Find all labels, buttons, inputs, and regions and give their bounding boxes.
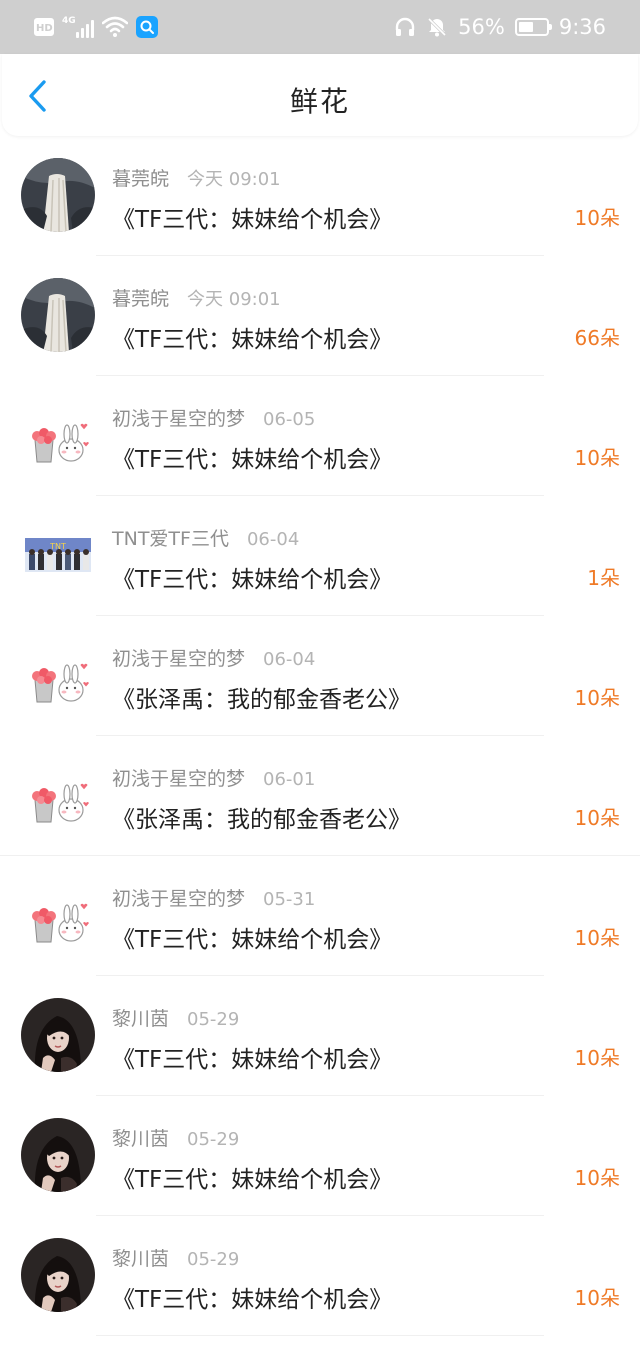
flower-list: 暮莞皖 今天 09:01 《TF三代：妹妹给个机会》 10朵 暮莞皖 今天 09:0… xyxy=(0,136,640,1336)
username: 初浅于星空的梦 06-01 xyxy=(112,764,315,791)
novel-title: 《TF三代：妹妹给个机会》 xyxy=(112,447,393,473)
avatar-girl-portrait[interactable] xyxy=(21,1118,95,1192)
wifi-icon xyxy=(101,16,129,38)
username-text: 黎川茵 xyxy=(112,1128,170,1150)
flower-amount: 10朵 xyxy=(574,1046,620,1070)
username: 暮莞皖 今天 09:01 xyxy=(112,284,281,311)
novel-title: 《TF三代：妹妹给个机会》 xyxy=(112,207,393,233)
avatar-flower-bunny[interactable] xyxy=(21,878,95,952)
timestamp: 06-01 xyxy=(263,769,316,790)
timestamp: 06-04 xyxy=(263,649,316,670)
novel-title: 《TF三代：妹妹给个机会》 xyxy=(112,327,393,353)
username-text: 暮莞皖 xyxy=(112,288,170,310)
signal-icon: 4G xyxy=(62,16,94,38)
avatar-flower-bunny[interactable] xyxy=(21,638,95,712)
list-item[interactable]: 黎川茵 05-29 《TF三代：妹妹给个机会》 10朵 xyxy=(0,1096,640,1216)
list-item[interactable]: 黎川茵 05-29 《TF三代：妹妹给个机会》 10朵 xyxy=(0,1216,640,1336)
headphones-icon xyxy=(395,17,415,36)
username: 黎川茵 05-29 xyxy=(112,1004,239,1031)
list-item[interactable]: 暮莞皖 今天 09:01 《TF三代：妹妹给个机会》 66朵 xyxy=(0,256,640,376)
timestamp: 今天 09:01 xyxy=(187,289,281,310)
username: 初浅于星空的梦 06-05 xyxy=(112,404,315,431)
flower-amount: 1朵 xyxy=(587,566,620,590)
username-text: 黎川茵 xyxy=(112,1008,170,1030)
username-text: 初浅于星空的梦 xyxy=(112,648,246,670)
avatar-girl-portrait[interactable] xyxy=(21,1238,95,1312)
timestamp: 05-29 xyxy=(187,1249,240,1270)
avatar-girl-portrait[interactable] xyxy=(21,998,95,1072)
username: 初浅于星空的梦 05-31 xyxy=(112,884,315,911)
novel-title: 《张泽禹：我的郁金香老公》 xyxy=(112,807,411,833)
timestamp: 05-29 xyxy=(187,1009,240,1030)
avatar-flower-bunny[interactable] xyxy=(21,398,95,472)
flower-amount: 10朵 xyxy=(574,926,620,950)
mute-bell-icon xyxy=(428,17,447,37)
avatar-flower-bunny[interactable] xyxy=(21,758,95,832)
status-bar: HD 4G 56% 9:36 xyxy=(0,0,640,54)
battery-icon xyxy=(514,18,552,36)
list-item[interactable]: 黎川茵 05-29 《TF三代：妹妹给个机会》 10朵 xyxy=(0,976,640,1096)
clock: 9:36 xyxy=(558,15,606,39)
hd-icon: HD xyxy=(34,18,54,36)
novel-title: 《TF三代：妹妹给个机会》 xyxy=(112,567,393,593)
flower-amount: 10朵 xyxy=(574,446,620,470)
username: 黎川茵 05-29 xyxy=(112,1244,239,1271)
username-text: 初浅于星空的梦 xyxy=(112,768,246,790)
list-item[interactable]: 初浅于星空的梦 06-04 《张泽禹：我的郁金香老公》 10朵 xyxy=(0,616,640,736)
username-text: 初浅于星空的梦 xyxy=(112,888,246,910)
novel-title: 《TF三代：妹妹给个机会》 xyxy=(112,1287,393,1313)
flower-amount: 10朵 xyxy=(574,806,620,830)
timestamp: 05-31 xyxy=(263,889,316,910)
list-item[interactable]: TNT TNT爱TF三代 06-04 《TF三代：妹妹给个机会》 1朵 xyxy=(0,496,640,616)
timestamp: 06-05 xyxy=(263,409,316,430)
battery-percent: 56% xyxy=(458,15,505,39)
list-item[interactable]: 初浅于星空的梦 05-31 《TF三代：妹妹给个机会》 10朵 xyxy=(0,856,640,976)
flower-amount: 66朵 xyxy=(574,326,620,350)
flower-amount: 10朵 xyxy=(574,1286,620,1310)
search-badge-icon xyxy=(136,16,158,38)
username-text: 初浅于星空的梦 xyxy=(112,408,246,430)
username: TNT爱TF三代 06-04 xyxy=(112,524,299,551)
username-text: 暮莞皖 xyxy=(112,168,170,190)
timestamp: 06-04 xyxy=(246,529,300,550)
flower-amount: 10朵 xyxy=(574,686,620,710)
list-item[interactable]: 初浅于星空的梦 06-01 《张泽禹：我的郁金香老公》 10朵 xyxy=(0,736,640,856)
header: 鲜花 xyxy=(2,54,638,136)
avatar-waterfall[interactable] xyxy=(21,158,95,232)
novel-title: 《TF三代：妹妹给个机会》 xyxy=(112,1047,393,1073)
username: 黎川茵 05-29 xyxy=(112,1124,239,1151)
novel-title: 《张泽禹：我的郁金香老公》 xyxy=(112,687,411,713)
page-title: 鲜花 xyxy=(289,85,350,118)
network-type-label: 4G xyxy=(62,16,76,26)
avatar-group-photo[interactable]: TNT xyxy=(21,518,95,592)
avatar-waterfall[interactable] xyxy=(21,278,95,352)
list-item[interactable]: 暮莞皖 今天 09:01 《TF三代：妹妹给个机会》 10朵 xyxy=(0,136,640,256)
novel-title: 《TF三代：妹妹给个机会》 xyxy=(112,1167,393,1193)
status-right: 56% 9:36 xyxy=(394,12,606,42)
timestamp: 今天 09:01 xyxy=(187,169,281,190)
timestamp: 05-29 xyxy=(187,1129,240,1150)
list-item[interactable]: 初浅于星空的梦 06-05 《TF三代：妹妹给个机会》 10朵 xyxy=(0,376,640,496)
username: 初浅于星空的梦 06-04 xyxy=(112,644,315,671)
status-left: HD 4G xyxy=(34,14,158,40)
flower-amount: 10朵 xyxy=(574,1166,620,1190)
username-text: 黎川茵 xyxy=(112,1248,170,1270)
username: 暮莞皖 今天 09:01 xyxy=(112,164,281,191)
divider xyxy=(96,1335,544,1336)
novel-title: 《TF三代：妹妹给个机会》 xyxy=(112,927,393,953)
flower-amount: 10朵 xyxy=(574,206,620,230)
username-text: TNT爱TF三代 xyxy=(112,528,229,550)
